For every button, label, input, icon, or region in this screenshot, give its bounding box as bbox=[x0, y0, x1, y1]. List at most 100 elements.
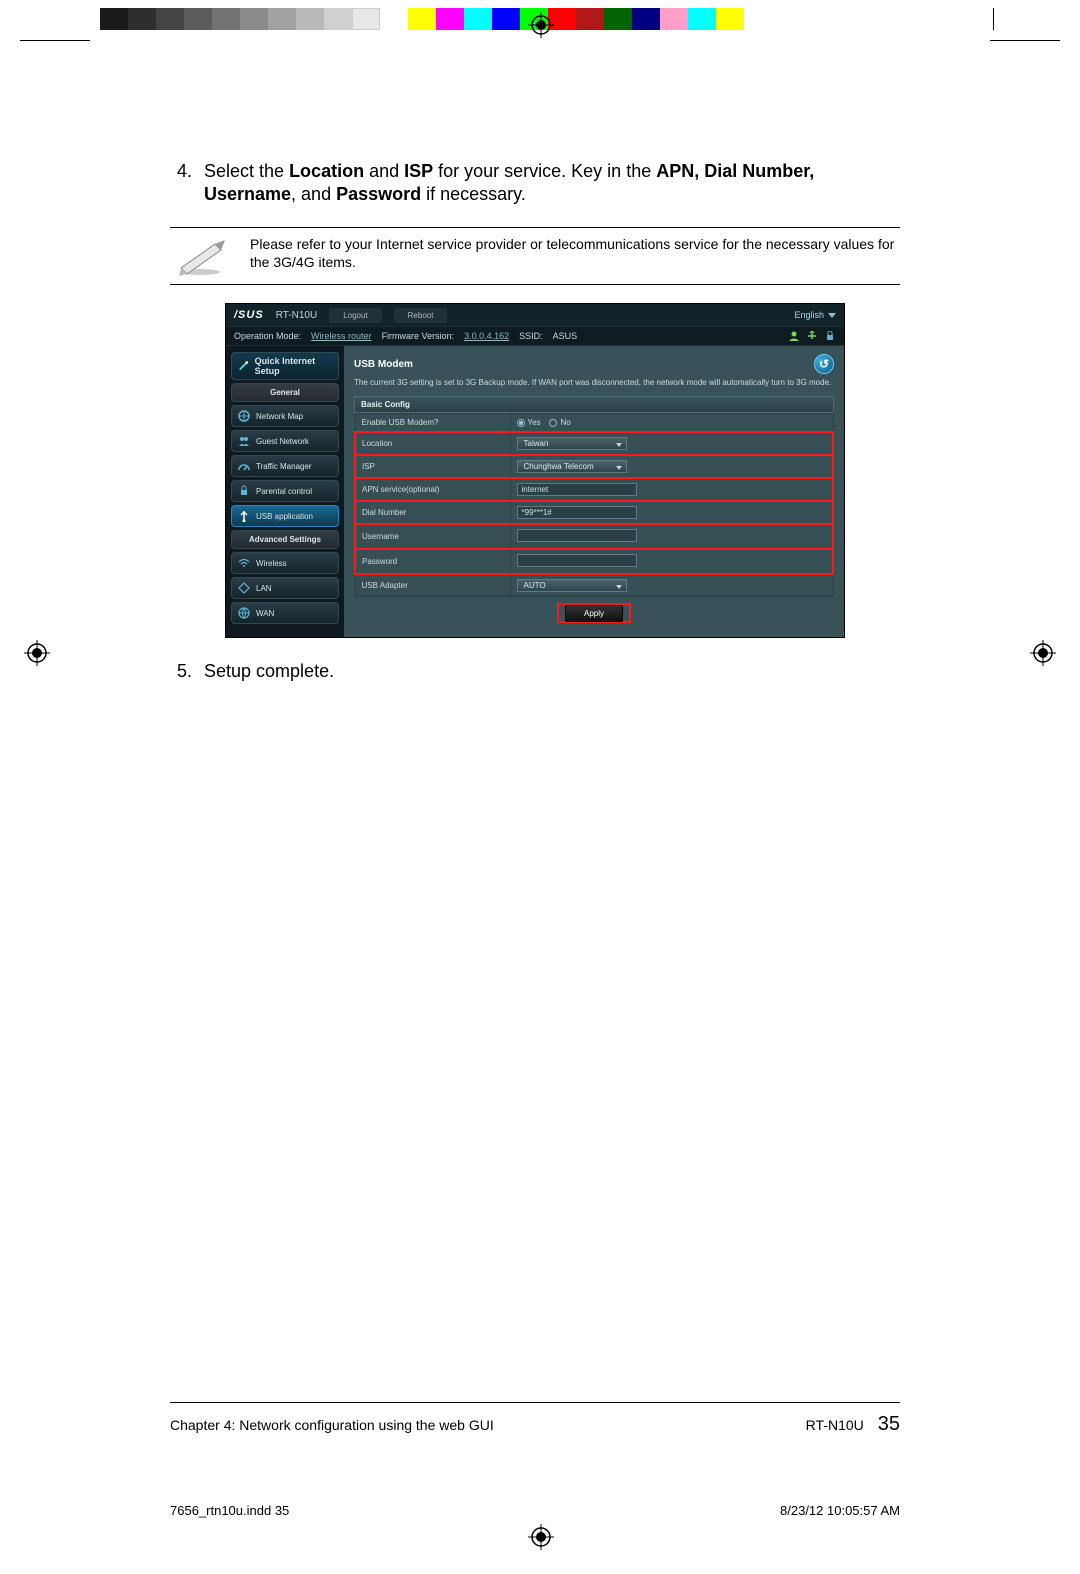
enable-no-radio[interactable] bbox=[549, 419, 557, 427]
registration-mark-icon bbox=[1030, 640, 1056, 666]
usb-status-icon bbox=[806, 331, 818, 341]
map-icon bbox=[238, 410, 250, 422]
bold-password: Password bbox=[336, 184, 421, 204]
color-calibration-bar bbox=[100, 8, 744, 30]
row-apn: APN service(optional) internet bbox=[355, 478, 833, 501]
sidebar-label: Guest Network bbox=[256, 437, 309, 446]
globe-icon bbox=[238, 607, 250, 619]
language-select[interactable]: English bbox=[794, 310, 836, 320]
text: for your service. Key in the bbox=[433, 161, 656, 181]
slug-file: 7656_rtn10u.indd 35 bbox=[170, 1503, 289, 1518]
password-input[interactable] bbox=[517, 554, 637, 567]
footer-model: RT-N10U bbox=[806, 1417, 864, 1433]
username-input[interactable] bbox=[517, 529, 637, 542]
sidebar-header-general: General bbox=[231, 383, 339, 402]
sidebar-label: LAN bbox=[256, 584, 272, 593]
pencil-note-icon bbox=[170, 236, 230, 276]
reboot-button[interactable]: Reboot bbox=[394, 308, 448, 323]
crop-line bbox=[990, 40, 1060, 41]
isp-label: ISP bbox=[355, 455, 510, 478]
sidebar-label: Quick Internet Setup bbox=[255, 356, 332, 376]
registration-mark-icon bbox=[24, 640, 50, 666]
password-label: Password bbox=[355, 549, 510, 574]
ssid-label: SSID: bbox=[519, 331, 543, 341]
sidebar-label: WAN bbox=[256, 609, 274, 618]
row-location: Location Taiwan bbox=[355, 432, 833, 455]
page-footer: Chapter 4: Network configuration using t… bbox=[170, 1402, 900, 1436]
page-number: 35 bbox=[878, 1413, 900, 1436]
row-username: Username bbox=[355, 524, 833, 549]
sidebar-item-traffic[interactable]: Traffic Manager bbox=[231, 455, 339, 477]
router-ui-screenshot: /SUS RT-N10U Logout Reboot English Opera… bbox=[225, 303, 845, 638]
no-label: No bbox=[560, 418, 570, 427]
row-password: Password bbox=[355, 549, 833, 574]
print-slug: 7656_rtn10u.indd 35 8/23/12 10:05:57 AM bbox=[170, 1503, 900, 1518]
text: if necessary. bbox=[421, 184, 526, 204]
note-text: Please refer to your Internet service pr… bbox=[250, 236, 900, 276]
text: Select the bbox=[204, 161, 289, 181]
sidebar-item-wan[interactable]: WAN bbox=[231, 602, 339, 624]
adapter-select[interactable]: AUTO bbox=[517, 579, 627, 592]
dial-input[interactable]: *99***1# bbox=[517, 506, 637, 519]
language-label: English bbox=[794, 310, 824, 320]
status-bar: Operation Mode: Wireless router Firmware… bbox=[226, 326, 844, 346]
yes-label: Yes bbox=[528, 418, 541, 427]
logout-button[interactable]: Logout bbox=[329, 308, 381, 323]
usb-icon bbox=[238, 510, 250, 522]
lock-icon bbox=[238, 485, 250, 497]
sidebar-label: Network Map bbox=[256, 412, 303, 421]
step-number: 5. bbox=[170, 660, 192, 683]
row-isp: ISP Chunghwa Telecom bbox=[355, 455, 833, 478]
sidebar-item-usb[interactable]: USB application bbox=[231, 505, 339, 527]
isp-select[interactable]: Chunghwa Telecom bbox=[517, 460, 627, 473]
sidebar-label: Wireless bbox=[256, 559, 287, 568]
apply-button[interactable]: Apply bbox=[565, 605, 623, 622]
row-adapter: USB Adapter AUTO bbox=[355, 574, 833, 597]
adapter-label: USB Adapter bbox=[355, 574, 510, 597]
enable-yes-radio[interactable] bbox=[517, 419, 525, 427]
row-dial: Dial Number *99***1# bbox=[355, 501, 833, 524]
bold-isp: ISP bbox=[404, 161, 433, 181]
registration-mark-icon bbox=[528, 1524, 554, 1550]
text: and bbox=[364, 161, 404, 181]
sidebar-item-network-map[interactable]: Network Map bbox=[231, 405, 339, 427]
guest-icon bbox=[238, 435, 250, 447]
crop-line bbox=[993, 8, 994, 30]
sidebar: Quick Internet Setup General Network Map… bbox=[226, 346, 344, 637]
dial-label: Dial Number bbox=[355, 501, 510, 524]
registration-mark-icon bbox=[528, 12, 554, 38]
sidebar-item-lan[interactable]: LAN bbox=[231, 577, 339, 599]
sidebar-label: USB application bbox=[256, 512, 313, 521]
sidebar-label: Traffic Manager bbox=[256, 462, 312, 471]
chapter-label: Chapter 4: Network configuration using t… bbox=[170, 1417, 806, 1433]
wand-icon bbox=[238, 360, 249, 372]
step-number: 4. bbox=[170, 160, 192, 205]
help-icon[interactable]: ↺ bbox=[814, 354, 834, 374]
main-panel: USB Modem ↺ The current 3G setting is se… bbox=[344, 346, 844, 637]
username-label: Username bbox=[355, 524, 510, 549]
apn-label: APN service(optional) bbox=[355, 478, 510, 501]
sidebar-item-wireless[interactable]: Wireless bbox=[231, 552, 339, 574]
step-4-text: Select the Location and ISP for your ser… bbox=[204, 160, 900, 205]
sidebar-item-qis[interactable]: Quick Internet Setup bbox=[231, 352, 339, 380]
location-label: Location bbox=[355, 432, 510, 455]
bold-location: Location bbox=[289, 161, 364, 181]
lock-status-icon bbox=[824, 331, 836, 341]
sidebar-item-guest[interactable]: Guest Network bbox=[231, 430, 339, 452]
sidebar-item-parental[interactable]: Parental control bbox=[231, 480, 339, 502]
enable-label: Enable USB Modem? bbox=[355, 414, 510, 433]
opmode-value[interactable]: Wireless router bbox=[311, 331, 372, 341]
fw-value[interactable]: 3.0.0.4.162 bbox=[464, 331, 509, 341]
location-select[interactable]: Taiwan bbox=[517, 437, 627, 450]
user-status-icon bbox=[788, 331, 800, 341]
sidebar-label: Parental control bbox=[256, 487, 312, 496]
chevron-down-icon bbox=[828, 313, 836, 318]
config-section-header: Basic Config bbox=[354, 396, 834, 413]
text: , and bbox=[291, 184, 336, 204]
fw-label: Firmware Version: bbox=[382, 331, 455, 341]
wifi-icon bbox=[238, 557, 250, 569]
apn-input[interactable]: internet bbox=[517, 483, 637, 496]
main-title: USB Modem bbox=[354, 359, 413, 370]
brand-logo: /SUS bbox=[234, 309, 264, 321]
step-5-text: Setup complete. bbox=[204, 660, 900, 683]
